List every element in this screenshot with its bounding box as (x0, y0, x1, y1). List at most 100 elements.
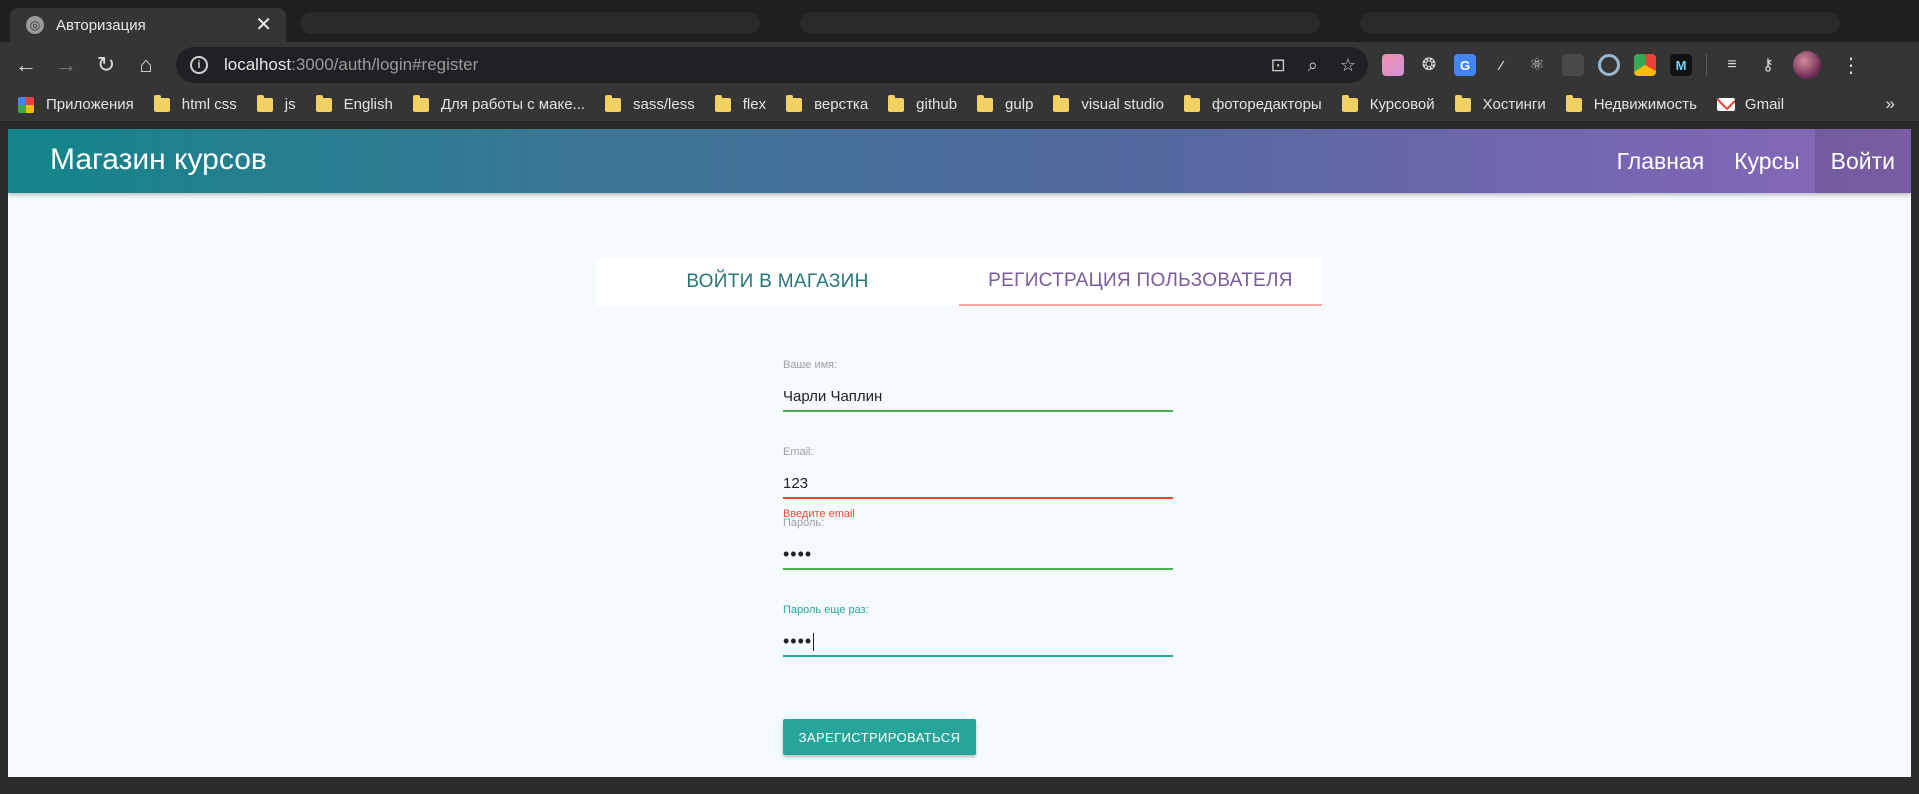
folder-icon (153, 94, 170, 112)
bookmark-label: верстка (814, 96, 869, 113)
tab-login[interactable]: ВОЙТИ В МАГАЗИН (596, 258, 959, 306)
email-underline (783, 497, 1173, 499)
folder-icon (1053, 94, 1070, 112)
bookmarks-bar: Приложения html css js English Для работы с … (0, 88, 1919, 122)
playlist-icon[interactable]: ≡ (1721, 54, 1743, 76)
google-translate-extension-icon[interactable]: G (1454, 54, 1476, 76)
blurred-tab[interactable] (1360, 12, 1840, 34)
folder-icon (1565, 94, 1582, 112)
browser-tab-title: Авторизация (56, 16, 146, 34)
site-info-icon[interactable]: i (190, 56, 208, 74)
bookmark-label: Приложения (46, 96, 134, 113)
bookmark-item[interactable]: sass/less (605, 94, 695, 113)
text-caret (813, 633, 815, 652)
bookmarks-overflow-icon[interactable]: » (1886, 94, 1895, 114)
name-input[interactable] (783, 381, 1173, 411)
bookmark-label: gulp (1005, 96, 1034, 113)
bookmark-item[interactable]: Gmail (1716, 96, 1784, 113)
password-underline (783, 568, 1173, 570)
folder-icon (1341, 94, 1358, 112)
folder-icon (605, 94, 622, 112)
bookmark-item[interactable]: Для работы с маке... (412, 94, 585, 113)
bookmark-item[interactable]: visual studio (1053, 94, 1164, 113)
bookmark-label: English (343, 96, 393, 113)
bookmark-item[interactable]: Хостинги (1454, 94, 1546, 113)
blurred-tab[interactable] (800, 12, 1320, 34)
nav-login-link[interactable]: Войти (1814, 129, 1911, 193)
bookmark-label: js (284, 96, 296, 113)
password-repeat-input[interactable]: •••• (783, 626, 1173, 656)
folder-icon (1454, 94, 1471, 112)
bookmark-item[interactable]: Курсовой (1341, 94, 1435, 113)
bookmark-label: Курсовой (1369, 96, 1435, 113)
password-field: Пароль: •••• (783, 517, 1173, 604)
back-arrow-icon[interactable]: ← (6, 45, 46, 85)
circle-extension-icon[interactable] (1598, 54, 1620, 76)
browser-tab[interactable]: ◎ Авторизация ✕ (10, 8, 286, 42)
bookmark-item[interactable]: верстка (786, 94, 869, 113)
page-viewport: Магазин курсов Главная Курсы Войти ВОЙТИ… (8, 129, 1911, 777)
menu-dots-icon[interactable]: ⋮ (1841, 53, 1861, 78)
password-input[interactable]: •••• (783, 539, 1173, 569)
nav-home-link[interactable]: Главная (1602, 129, 1720, 193)
reload-icon[interactable]: ↻ (86, 45, 126, 85)
bookmark-item[interactable]: gulp (977, 94, 1034, 113)
bookmark-label: github (916, 96, 958, 113)
bookmark-label: html css (181, 96, 237, 113)
folder-icon (977, 94, 994, 112)
nav-courses-link[interactable]: Курсы (1719, 129, 1814, 193)
colorful-extension-icon[interactable] (1634, 54, 1656, 76)
password-repeat-field: Пароль еще раз: •••• (783, 604, 1173, 691)
bookmark-item[interactable]: фоторедакторы (1183, 94, 1322, 113)
bookmark-item[interactable]: js (256, 94, 296, 113)
zoom-icon[interactable]: ⌕ (1308, 55, 1318, 76)
browser-toolbar: ← → ↻ ⌂ i localhost:3000/auth/login#regi… (0, 42, 1919, 88)
folder-icon (1183, 94, 1200, 112)
browser-tab-strip: ◎ Авторизация ✕ (0, 0, 1919, 42)
email-label: Email: (783, 446, 814, 458)
bookmark-item[interactable]: github (888, 94, 958, 113)
apps-grid-icon (18, 96, 34, 113)
password-repeat-underline (783, 655, 1173, 657)
folder-icon (786, 94, 803, 112)
email-input[interactable] (783, 468, 1173, 498)
forward-arrow-icon[interactable]: → (46, 45, 86, 85)
bookmark-label: visual studio (1081, 96, 1164, 113)
grid-extension-icon[interactable] (1562, 54, 1584, 76)
bookmark-star-icon[interactable]: ☆ (1340, 55, 1356, 76)
register-form: Ваше имя: Email: Введите email Пароль: •… (783, 359, 1173, 691)
bookmark-label: фоторедакторы (1211, 96, 1322, 113)
close-tab-icon[interactable]: ✕ (255, 15, 272, 35)
translate-icon[interactable]: ⊡ (1271, 55, 1286, 76)
m-extension-icon[interactable]: M (1670, 54, 1692, 76)
bookmark-item[interactable]: Недвижимость (1565, 94, 1697, 113)
bookmark-item[interactable]: English (315, 94, 393, 113)
toolbar-separator (1706, 54, 1707, 76)
bookmark-label: sass/less (633, 96, 695, 113)
bookmark-label: Хостинги (1482, 96, 1546, 113)
folder-icon (315, 94, 332, 112)
folder-icon (412, 94, 429, 112)
name-label: Ваше имя: (783, 359, 838, 371)
react-devtools-icon[interactable]: ⚛ (1526, 54, 1548, 76)
profile-avatar[interactable] (1793, 51, 1821, 79)
home-icon[interactable]: ⌂ (126, 45, 166, 85)
register-button[interactable]: ЗАРЕГИСТРИРОВАТЬСЯ (783, 719, 976, 755)
name-underline (783, 410, 1173, 412)
key-icon[interactable]: ⚷ (1757, 54, 1779, 76)
chat-bubble-extension-icon[interactable]: ❂ (1418, 54, 1440, 76)
bookmark-item[interactable]: Приложения (18, 96, 134, 113)
brand-logo[interactable]: Магазин курсов (50, 143, 267, 177)
bookmark-item[interactable]: flex (714, 94, 766, 113)
folder-icon (714, 94, 731, 112)
url-text[interactable]: localhost:3000/auth/login#register (224, 55, 1271, 75)
blurred-tab[interactable] (300, 12, 760, 34)
eyedropper-extension-icon[interactable]: ⁄ (1490, 54, 1512, 76)
address-bar[interactable]: i localhost:3000/auth/login#register ⊡ ⌕… (176, 47, 1368, 83)
bookmark-item[interactable]: html css (153, 94, 237, 113)
color-picker-extension-icon[interactable] (1382, 54, 1404, 76)
tab-register[interactable]: РЕГИСТРАЦИЯ ПОЛЬЗОВАТЕЛЯ (959, 258, 1322, 306)
password-label: Пароль: (783, 517, 825, 529)
auth-tabs: ВОЙТИ В МАГАЗИН РЕГИСТРАЦИЯ ПОЛЬЗОВАТЕЛЯ (596, 258, 1322, 306)
nav-links: Главная Курсы Войти (1602, 129, 1911, 193)
